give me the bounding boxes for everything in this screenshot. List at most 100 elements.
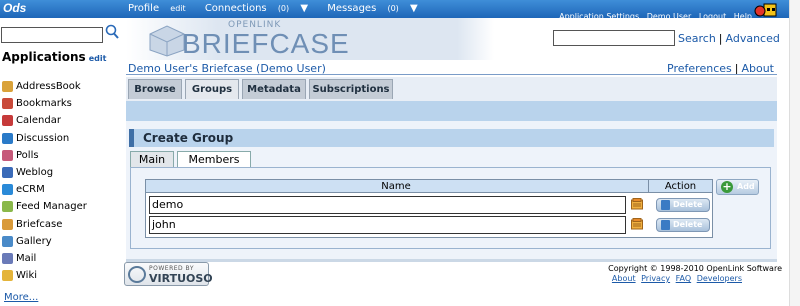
sidebar-search-input[interactable] bbox=[1, 27, 103, 43]
top-nav: Profile edit Connections (0) ▼ Messages … bbox=[128, 3, 434, 14]
applications-edit-link[interactable]: edit bbox=[89, 54, 107, 63]
applications-title-text: Applications bbox=[2, 50, 86, 64]
sidebar-item-weblog[interactable]: Weblog bbox=[2, 164, 87, 181]
sidebar-item-label: AddressBook bbox=[16, 81, 81, 93]
mail-icon bbox=[2, 252, 13, 264]
connections-label[interactable]: Connections bbox=[205, 3, 267, 14]
add-label: Add bbox=[737, 182, 755, 191]
footer-developers-link[interactable]: Developers bbox=[697, 274, 742, 283]
messages-label[interactable]: Messages bbox=[327, 3, 376, 14]
tab-subscriptions[interactable]: Subscriptions bbox=[309, 79, 393, 99]
member-row: demo Delete bbox=[148, 196, 710, 216]
sidebar-item-label: Wiki bbox=[16, 270, 38, 282]
subtab-main[interactable]: Main bbox=[130, 151, 174, 167]
more-link[interactable]: More... bbox=[4, 292, 38, 303]
subtab-members[interactable]: Members bbox=[177, 151, 251, 167]
addressbook-icon bbox=[2, 81, 13, 93]
tab-metadata[interactable]: Metadata bbox=[242, 79, 306, 99]
sidebar-item-mail[interactable]: Mail bbox=[2, 250, 87, 267]
wiki-icon bbox=[2, 270, 13, 282]
footer-faq-link[interactable]: FAQ bbox=[676, 274, 692, 283]
members-section: Name Action demo Delete john Delete + Ad… bbox=[130, 167, 771, 249]
sidebar-item-briefcase[interactable]: Briefcase bbox=[2, 216, 87, 233]
connections-count: (0) bbox=[277, 4, 290, 13]
search-input[interactable] bbox=[553, 30, 675, 46]
chevron-down-icon[interactable]: ▼ bbox=[300, 3, 308, 14]
polls-icon bbox=[2, 149, 13, 161]
sidebar-item-feed-manager[interactable]: Feed Manager bbox=[2, 198, 87, 215]
user-link[interactable]: Demo User bbox=[647, 12, 692, 21]
toolbar-strip bbox=[126, 101, 777, 121]
connections-menu[interactable]: Connections (0) ▼ bbox=[205, 3, 316, 14]
column-action: Action bbox=[648, 180, 712, 193]
delete-icon bbox=[661, 220, 670, 230]
vertical-scrollbar[interactable] bbox=[789, 0, 800, 306]
search-link[interactable]: Search bbox=[678, 32, 716, 45]
separator: | bbox=[718, 32, 723, 45]
column-name: Name bbox=[381, 181, 411, 192]
member-name-input[interactable]: demo bbox=[149, 196, 626, 214]
robot-logo-icon bbox=[754, 3, 777, 17]
search-icon[interactable] bbox=[105, 24, 119, 40]
add-member-button[interactable]: + Add bbox=[716, 179, 759, 195]
sidebar-item-label: Briefcase bbox=[16, 218, 63, 230]
user-picker-icon[interactable] bbox=[631, 218, 643, 230]
members-table-header: Name Action bbox=[146, 180, 712, 193]
member-name-input[interactable]: john bbox=[149, 216, 626, 234]
sidebar-item-bookmarks[interactable]: Bookmarks bbox=[2, 95, 87, 112]
banner-title: BRIEFCASE bbox=[182, 28, 350, 59]
sidebar-item-calendar[interactable]: Calendar bbox=[2, 112, 87, 129]
powered-by-text: POWERED BY bbox=[149, 265, 195, 272]
calendar-icon bbox=[2, 115, 13, 127]
delete-button[interactable]: Delete bbox=[656, 198, 710, 212]
delete-icon bbox=[661, 200, 670, 210]
members-table: Name Action demo Delete john Delete bbox=[145, 179, 713, 238]
profile-label[interactable]: Profile bbox=[128, 3, 159, 14]
sidebar-item-gallery[interactable]: Gallery bbox=[2, 233, 87, 250]
sidebar-item-label: Gallery bbox=[16, 235, 52, 247]
top-bar: Ods Profile edit Connections (0) ▼ Messa… bbox=[0, 0, 800, 21]
tab-browse[interactable]: Browse bbox=[128, 79, 182, 99]
sidebar-item-polls[interactable]: Polls bbox=[2, 147, 87, 164]
logout-link[interactable]: Logout bbox=[699, 12, 726, 21]
gallery-icon bbox=[2, 235, 13, 247]
copyright: Copyright © 1998-2010 OpenLink Software bbox=[608, 264, 782, 273]
delete-label: Delete bbox=[673, 200, 703, 209]
bookmarks-icon bbox=[2, 98, 13, 110]
sidebar-item-wiki[interactable]: Wiki bbox=[2, 267, 87, 284]
footer-about-link[interactable]: About bbox=[612, 274, 636, 283]
footer-privacy-link[interactable]: Privacy bbox=[641, 274, 670, 283]
discussion-icon bbox=[2, 132, 13, 144]
application-settings-link[interactable]: Application Settings bbox=[559, 12, 639, 21]
applications-title: Applications edit bbox=[2, 50, 106, 64]
virtuoso-logo-icon bbox=[128, 266, 146, 283]
sidebar-item-label: eCRM bbox=[16, 184, 45, 196]
member-row: john Delete bbox=[148, 216, 710, 236]
sidebar-item-label: Mail bbox=[16, 252, 37, 264]
sidebar-item-discussion[interactable]: Discussion bbox=[2, 130, 87, 147]
sidebar-item-label: Feed Manager bbox=[16, 201, 87, 213]
sidebar-item-ecrm[interactable]: eCRM bbox=[2, 181, 87, 198]
delete-button[interactable]: Delete bbox=[656, 218, 710, 232]
sidebar-item-label: Calendar bbox=[16, 115, 61, 127]
divider bbox=[126, 74, 777, 75]
profile-menu[interactable]: Profile edit bbox=[128, 3, 194, 14]
tab-groups[interactable]: Groups bbox=[185, 79, 239, 99]
delete-label: Delete bbox=[673, 220, 703, 229]
account-links: Application Settings Demo User Logout He… bbox=[554, 12, 752, 21]
main-tabs: Browse Groups Metadata Subscriptions bbox=[126, 77, 777, 101]
profile-edit-link[interactable]: edit bbox=[170, 4, 185, 13]
sidebar-item-addressbook[interactable]: AddressBook bbox=[2, 78, 87, 95]
help-link[interactable]: Help bbox=[734, 12, 752, 21]
briefcase-banner: OPENLINK BRIEFCASE bbox=[126, 18, 494, 60]
ecrm-icon bbox=[2, 184, 13, 196]
user-picker-icon[interactable] bbox=[631, 198, 643, 210]
sidebar-item-label: Polls bbox=[16, 149, 39, 161]
advanced-search-link[interactable]: Advanced bbox=[726, 32, 780, 45]
ods-logo[interactable]: Ods bbox=[3, 1, 26, 15]
powered-by-virtuoso-badge[interactable]: POWERED BY VIRTUOSO bbox=[124, 262, 213, 286]
briefcase-icon bbox=[2, 218, 13, 230]
messages-menu[interactable]: Messages (0) ▼ bbox=[327, 3, 425, 14]
chevron-down-icon[interactable]: ▼ bbox=[410, 3, 418, 14]
feed-icon bbox=[2, 201, 13, 213]
